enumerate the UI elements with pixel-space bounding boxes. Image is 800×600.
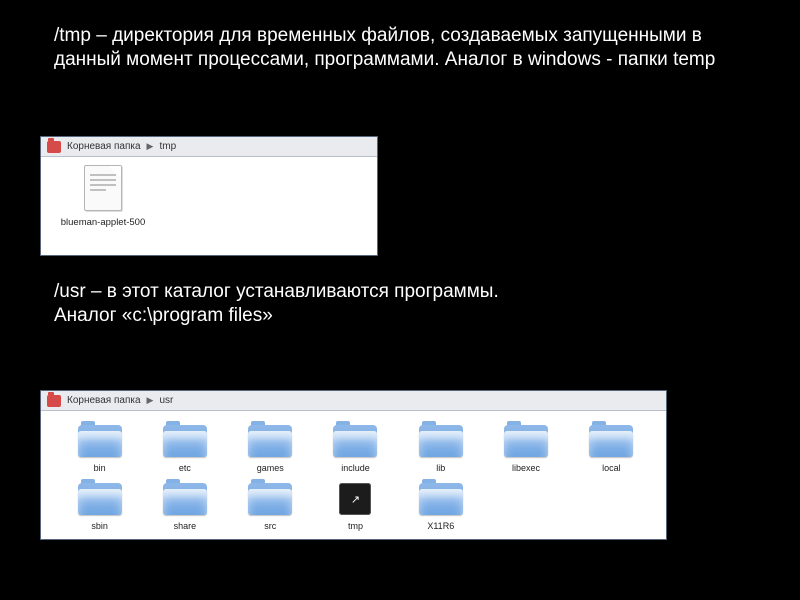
folder-item[interactable]: bin bbox=[57, 425, 142, 473]
file-manager-usr-window: Корневая папка ▶ usr bin etc games inclu… bbox=[40, 390, 667, 540]
file-item[interactable]: blueman-applet-500 bbox=[53, 165, 153, 228]
folder-item[interactable]: games bbox=[228, 425, 313, 473]
folder-item[interactable]: etc bbox=[142, 425, 227, 473]
breadcrumb-root[interactable]: Корневая папка bbox=[67, 395, 141, 406]
folder-item-tmp[interactable]: ↗ tmp bbox=[313, 483, 398, 531]
file-manager-tmp-window: Корневая папка ▶ tmp blueman-applet-500 bbox=[40, 136, 378, 256]
folder-item[interactable]: src bbox=[228, 483, 313, 531]
link-folder-icon: ↗ bbox=[339, 483, 371, 515]
folder-icon bbox=[419, 483, 463, 515]
folder-item[interactable]: share bbox=[142, 483, 227, 531]
folder-label: local bbox=[602, 463, 621, 473]
folder-item[interactable]: include bbox=[313, 425, 398, 473]
folder-label: libexec bbox=[512, 463, 540, 473]
folder-icon bbox=[419, 425, 463, 457]
folder-icon bbox=[163, 425, 207, 457]
folder-icon bbox=[248, 483, 292, 515]
root-folder-icon bbox=[47, 395, 61, 407]
folder-grid: bin etc games include lib libexec bbox=[53, 419, 658, 533]
folder-label: lib bbox=[436, 463, 445, 473]
breadcrumb-leaf[interactable]: tmp bbox=[159, 141, 176, 152]
window-body: blueman-applet-500 bbox=[41, 157, 377, 255]
folder-item[interactable]: lib bbox=[398, 425, 483, 473]
folder-label: X11R6 bbox=[427, 521, 454, 531]
breadcrumb-leaf[interactable]: usr bbox=[159, 395, 173, 406]
description-usr: /usr – в этот каталог устанавливаются пр… bbox=[54, 280, 740, 329]
description-tmp: /tmp – директория для временных файлов, … bbox=[54, 24, 740, 73]
folder-label: tmp bbox=[348, 521, 363, 531]
folder-icon bbox=[78, 425, 122, 457]
text-file-icon bbox=[84, 165, 122, 211]
breadcrumb[interactable]: Корневая папка ▶ usr bbox=[41, 391, 666, 411]
breadcrumb-root[interactable]: Корневая папка bbox=[67, 141, 141, 152]
folder-item[interactable]: sbin bbox=[57, 483, 142, 531]
folder-item[interactable]: libexec bbox=[483, 425, 568, 473]
folder-icon bbox=[589, 425, 633, 457]
root-folder-icon bbox=[47, 141, 61, 153]
folder-label: etc bbox=[179, 463, 191, 473]
folder-label: bin bbox=[94, 463, 106, 473]
folder-item[interactable]: X11R6 bbox=[398, 483, 483, 531]
folder-label: games bbox=[257, 463, 284, 473]
folder-icon bbox=[248, 425, 292, 457]
file-label: blueman-applet-500 bbox=[61, 217, 146, 228]
folder-icon bbox=[78, 483, 122, 515]
folder-icon bbox=[333, 425, 377, 457]
folder-label: share bbox=[174, 521, 197, 531]
breadcrumb[interactable]: Корневая папка ▶ tmp bbox=[41, 137, 377, 157]
folder-label: include bbox=[341, 463, 370, 473]
folder-icon bbox=[163, 483, 207, 515]
window-body: bin etc games include lib libexec bbox=[41, 411, 666, 539]
chevron-right-icon: ▶ bbox=[147, 395, 154, 406]
folder-icon bbox=[504, 425, 548, 457]
folder-item[interactable]: local bbox=[569, 425, 654, 473]
chevron-right-icon: ▶ bbox=[147, 141, 154, 152]
folder-label: src bbox=[264, 521, 276, 531]
folder-label: sbin bbox=[91, 521, 108, 531]
